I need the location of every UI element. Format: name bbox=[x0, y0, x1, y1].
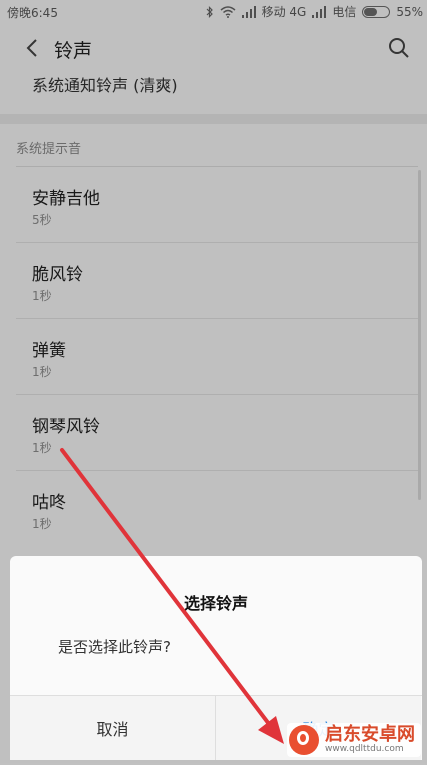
cancel-button[interactable]: 取消 bbox=[10, 696, 215, 760]
watermark: 启东安卓网 www.qdlttdu.com bbox=[287, 723, 421, 757]
ringtone-screen: 傍晚6:45 移动 4G 电信 55% 铃声 系统通知铃声 (清爽) 系统提示音… bbox=[0, 0, 427, 765]
watermark-logo-icon bbox=[289, 725, 319, 755]
dialog-title: 选择铃声 bbox=[183, 594, 248, 613]
watermark-text: 启东安卓网 www.qdlttdu.com bbox=[325, 723, 415, 754]
dialog-message: 是否选择此铃声? bbox=[58, 638, 171, 656]
watermark-url: www.qdlttdu.com bbox=[325, 743, 404, 754]
watermark-brand: 启东安卓网 bbox=[325, 723, 415, 745]
